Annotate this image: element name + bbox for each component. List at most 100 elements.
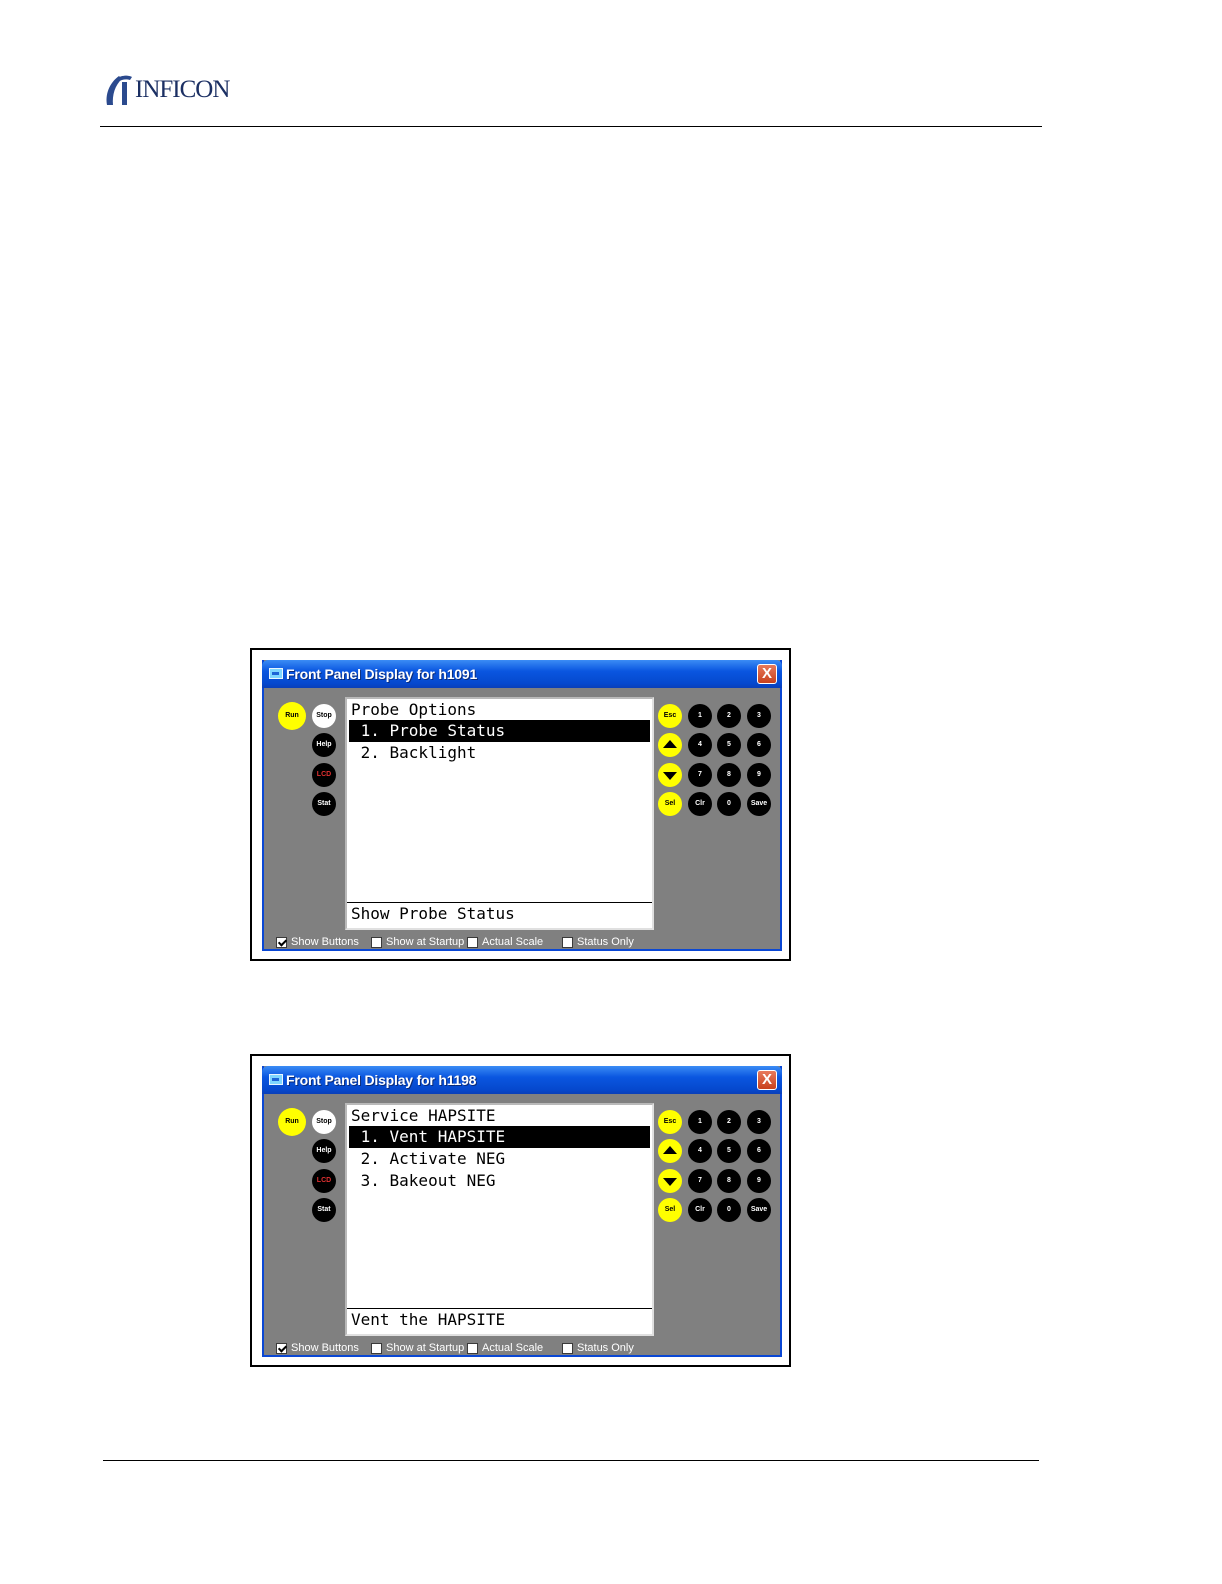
menu-item-selected[interactable]: 1. Vent HAPSITE <box>349 1126 650 1148</box>
key-8-button[interactable]: 8 <box>717 1169 741 1193</box>
key-7-button[interactable]: 7 <box>688 1169 712 1193</box>
key-6-button[interactable]: 6 <box>747 1139 771 1163</box>
title-bar[interactable]: Front Panel Display for h1198 X <box>262 1066 782 1094</box>
checkbox-box[interactable] <box>467 1342 478 1354</box>
logo-text: INFICON <box>135 76 230 103</box>
clr-button[interactable]: Clr <box>688 1198 712 1222</box>
inficon-logo: INFICON <box>103 72 230 108</box>
key-6-button[interactable]: 6 <box>747 733 771 757</box>
figure-frame-2: Front Panel Display for h1198 X Run Stop… <box>250 1054 791 1367</box>
window-title: Front Panel Display for h1091 <box>286 666 478 682</box>
down-button[interactable] <box>658 763 682 787</box>
checkbox-box[interactable] <box>371 936 382 948</box>
checkbox-label: Actual Scale <box>482 936 544 948</box>
checkbox-label: Status Only <box>577 1342 634 1354</box>
key-4-button[interactable]: 4 <box>688 733 712 757</box>
title-bar[interactable]: Front Panel Display for h1091 X <box>262 660 782 688</box>
key-8-button[interactable]: 8 <box>717 763 741 787</box>
show-buttons-checkbox[interactable]: Show Buttons <box>276 936 359 948</box>
key-5-button[interactable]: 5 <box>717 1139 741 1163</box>
figure-frame-1: Front Panel Display for h1091 X Run Stop… <box>250 648 791 961</box>
checkbox-box[interactable] <box>276 1342 287 1354</box>
menu-item[interactable]: 2. Backlight <box>347 742 652 764</box>
key-5-button[interactable]: 5 <box>717 733 741 757</box>
clr-button[interactable]: Clr <box>688 792 712 816</box>
show-at-startup-checkbox[interactable]: Show at Startup <box>371 1342 464 1354</box>
stop-button[interactable]: Stop <box>312 704 336 728</box>
down-button[interactable] <box>658 1169 682 1193</box>
checkbox-label: Show Buttons <box>291 936 359 948</box>
key-3-button[interactable]: 3 <box>747 704 771 728</box>
esc-button[interactable]: Esc <box>658 1110 682 1134</box>
help-button[interactable]: Help <box>312 733 336 757</box>
stat-button[interactable]: Stat <box>312 1198 336 1222</box>
key-9-button[interactable]: 9 <box>747 1169 771 1193</box>
close-icon: X <box>761 1071 772 1088</box>
screen-footer: Show Probe Status <box>347 902 652 928</box>
front-panel-window: Front Panel Display for h1091 X Run Stop… <box>262 660 782 951</box>
window-title: Front Panel Display for h1198 <box>286 1072 477 1088</box>
actual-scale-checkbox[interactable]: Actual Scale <box>467 1342 543 1354</box>
key-2-button[interactable]: 2 <box>717 1110 741 1134</box>
screen-heading: Probe Options <box>351 700 477 719</box>
close-button[interactable]: X <box>757 664 777 684</box>
run-button[interactable]: Run <box>278 1108 306 1136</box>
menu-item[interactable]: 3. Bakeout NEG <box>347 1170 652 1192</box>
sel-button[interactable]: Sel <box>658 1198 682 1222</box>
arrow-up-icon <box>663 1146 677 1154</box>
up-button[interactable] <box>658 733 682 757</box>
key-3-button[interactable]: 3 <box>747 1110 771 1134</box>
checkbox-label: Show Buttons <box>291 1342 359 1354</box>
key-7-button[interactable]: 7 <box>688 763 712 787</box>
actual-scale-checkbox[interactable]: Actual Scale <box>467 936 543 948</box>
show-buttons-checkbox[interactable]: Show Buttons <box>276 1342 359 1354</box>
footer-rule <box>103 1460 1039 1461</box>
lcd-screen: Service HAPSITE 1. Vent HAPSITE 2. Activ… <box>345 1103 654 1336</box>
key-1-button[interactable]: 1 <box>688 1110 712 1134</box>
checkbox-label: Show at Startup <box>386 1342 465 1354</box>
checkbox-box[interactable] <box>467 936 478 948</box>
menu-item[interactable]: 2. Activate NEG <box>347 1148 652 1170</box>
arrow-up-icon <box>663 740 677 748</box>
key-4-button[interactable]: 4 <box>688 1139 712 1163</box>
status-only-checkbox[interactable]: Status Only <box>562 936 634 948</box>
checkbox-box[interactable] <box>371 1342 382 1354</box>
key-0-button[interactable]: 0 <box>717 792 741 816</box>
header-rule <box>100 126 1042 127</box>
close-icon: X <box>761 665 772 682</box>
stat-button[interactable]: Stat <box>312 792 336 816</box>
lcd-button[interactable]: LCD <box>312 1169 336 1193</box>
esc-button[interactable]: Esc <box>658 704 682 728</box>
sel-button[interactable]: Sel <box>658 792 682 816</box>
key-2-button[interactable]: 2 <box>717 704 741 728</box>
screen-footer: Vent the HAPSITE <box>347 1308 652 1334</box>
close-button[interactable]: X <box>757 1070 777 1090</box>
save-button[interactable]: Save <box>747 792 771 816</box>
inficon-mark-icon <box>106 75 132 105</box>
app-icon <box>269 668 283 679</box>
checkbox-box[interactable] <box>562 936 573 948</box>
key-1-button[interactable]: 1 <box>688 704 712 728</box>
save-button[interactable]: Save <box>747 1198 771 1222</box>
lcd-screen: Probe Options 1. Probe Status 2. Backlig… <box>345 697 654 930</box>
checkbox-box[interactable] <box>276 936 287 948</box>
lcd-button[interactable]: LCD <box>312 763 336 787</box>
arrow-down-icon <box>663 772 677 780</box>
menu-item-selected[interactable]: 1. Probe Status <box>349 720 650 742</box>
checkbox-box[interactable] <box>562 1342 573 1354</box>
stop-button[interactable]: Stop <box>312 1110 336 1134</box>
show-at-startup-checkbox[interactable]: Show at Startup <box>371 936 464 948</box>
app-icon <box>269 1074 283 1085</box>
arrow-down-icon <box>663 1178 677 1186</box>
checkbox-label: Show at Startup <box>386 936 465 948</box>
key-9-button[interactable]: 9 <box>747 763 771 787</box>
checkbox-label: Status Only <box>577 936 634 948</box>
help-button[interactable]: Help <box>312 1139 336 1163</box>
status-only-checkbox[interactable]: Status Only <box>562 1342 634 1354</box>
front-panel-window: Front Panel Display for h1198 X Run Stop… <box>262 1066 782 1357</box>
up-button[interactable] <box>658 1139 682 1163</box>
checkbox-label: Actual Scale <box>482 1342 544 1354</box>
run-button[interactable]: Run <box>278 702 306 730</box>
screen-heading: Service HAPSITE <box>351 1106 496 1125</box>
key-0-button[interactable]: 0 <box>717 1198 741 1222</box>
